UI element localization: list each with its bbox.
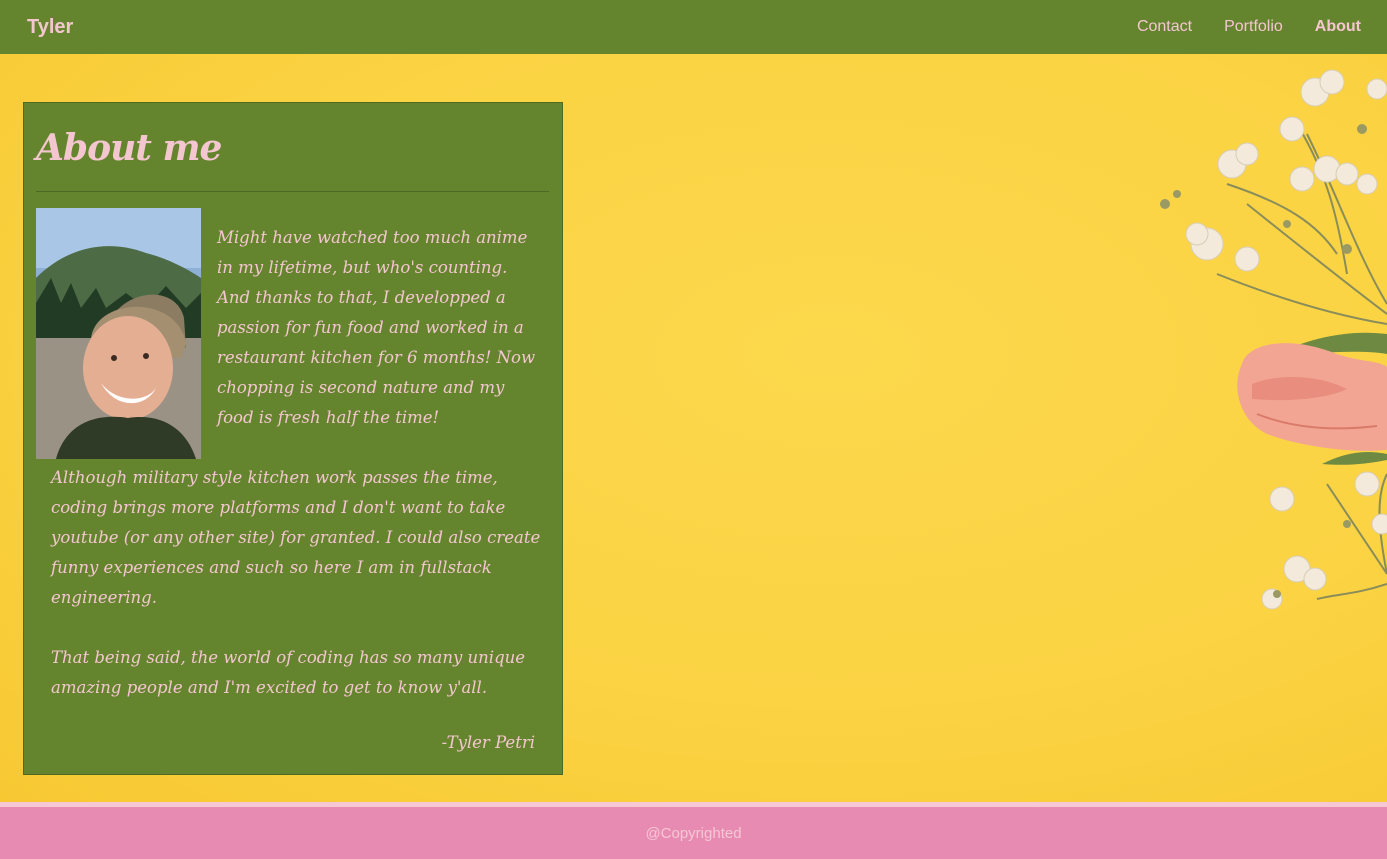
profile-photo-image bbox=[36, 208, 201, 459]
signature: -Tyler Petri bbox=[441, 733, 535, 752]
about-paragraph: That being said, the world of coding has… bbox=[51, 648, 526, 697]
nav-link-portfolio[interactable]: Portfolio bbox=[1224, 18, 1283, 36]
copyright-text: @Copyrighted bbox=[645, 824, 742, 842]
about-card: About me Might have watched too much ani… bbox=[23, 102, 563, 775]
flower-decoration-image bbox=[1160, 69, 1387, 610]
footer: @Copyrighted bbox=[0, 807, 1387, 859]
title-divider bbox=[36, 191, 549, 192]
brand-link[interactable]: Tyler bbox=[27, 16, 73, 39]
nav-links: Contact Portfolio About bbox=[1137, 18, 1361, 36]
about-paragraph: Although military style kitchen work pas… bbox=[51, 468, 541, 607]
top-navbar: Tyler Contact Portfolio About bbox=[0, 0, 1387, 54]
nav-link-contact[interactable]: Contact bbox=[1137, 18, 1192, 36]
about-title: About me bbox=[36, 127, 222, 169]
profile-photo bbox=[36, 208, 201, 459]
nav-link-about[interactable]: About bbox=[1315, 18, 1361, 36]
